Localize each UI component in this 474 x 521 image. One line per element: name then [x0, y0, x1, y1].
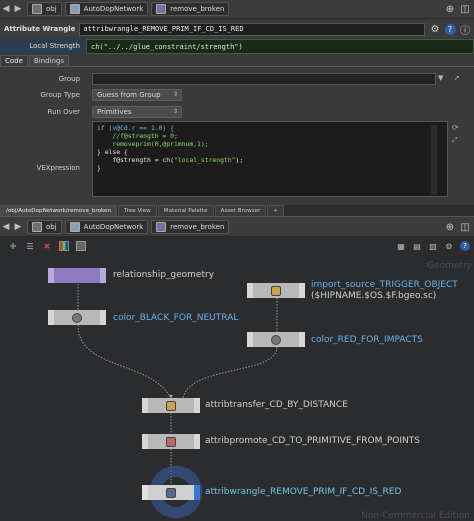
node-attribwrangle[interactable] — [142, 485, 200, 500]
node-display-flag — [299, 332, 305, 347]
node-display-flag — [194, 434, 200, 449]
node-display-flag — [299, 283, 305, 298]
node-display-flag — [194, 398, 200, 413]
node-label-attribwrangle: attribwrangle_REMOVE_PRIM_IF_CD_IS_RED — [205, 487, 402, 497]
node-relationship-geometry[interactable] — [48, 268, 106, 283]
node-label-attribpromote: attribpromote_CD_TO_PRIMITIVE_FROM_POINT… — [205, 436, 420, 446]
node-label-import-source: import_source_TRIGGER_OBJECT — [311, 280, 458, 290]
node-display-flag — [100, 268, 106, 283]
node-import-source[interactable] — [247, 283, 305, 298]
node-attribtransfer[interactable] — [142, 398, 200, 413]
attribpromote-icon — [166, 436, 176, 447]
node-body — [54, 268, 100, 283]
node-label-relationship-geometry: relationship_geometry — [113, 270, 215, 280]
color-node-icon — [72, 312, 82, 323]
wire-red-to-transfer — [182, 346, 278, 399]
node-attribpromote[interactable] — [142, 434, 200, 449]
node-sub-import-source: ($HIPNAME.$OS.$F.bgeo.sc) — [311, 291, 437, 301]
wrangle-icon — [166, 487, 176, 498]
node-body — [148, 434, 194, 449]
node-label-color-red: color_RED_FOR_IMPACTS — [311, 335, 423, 345]
node-display-flag — [194, 485, 200, 500]
node-color-red[interactable] — [247, 332, 305, 347]
node-body — [253, 332, 299, 347]
file-icon — [271, 285, 281, 296]
attribtransfer-icon — [166, 400, 176, 411]
color-node-icon — [271, 334, 281, 345]
node-body — [253, 283, 299, 298]
node-body — [148, 398, 194, 413]
node-label-color-black: color_BLACK_FOR_NEUTRAL — [113, 313, 239, 323]
wire-black-to-transfer — [77, 324, 172, 399]
node-color-black[interactable] — [48, 310, 106, 325]
node-body — [148, 485, 194, 500]
node-label-attribtransfer: attribtransfer_CD_BY_DISTANCE — [205, 400, 348, 410]
node-display-flag — [100, 310, 106, 325]
node-body — [54, 310, 100, 325]
